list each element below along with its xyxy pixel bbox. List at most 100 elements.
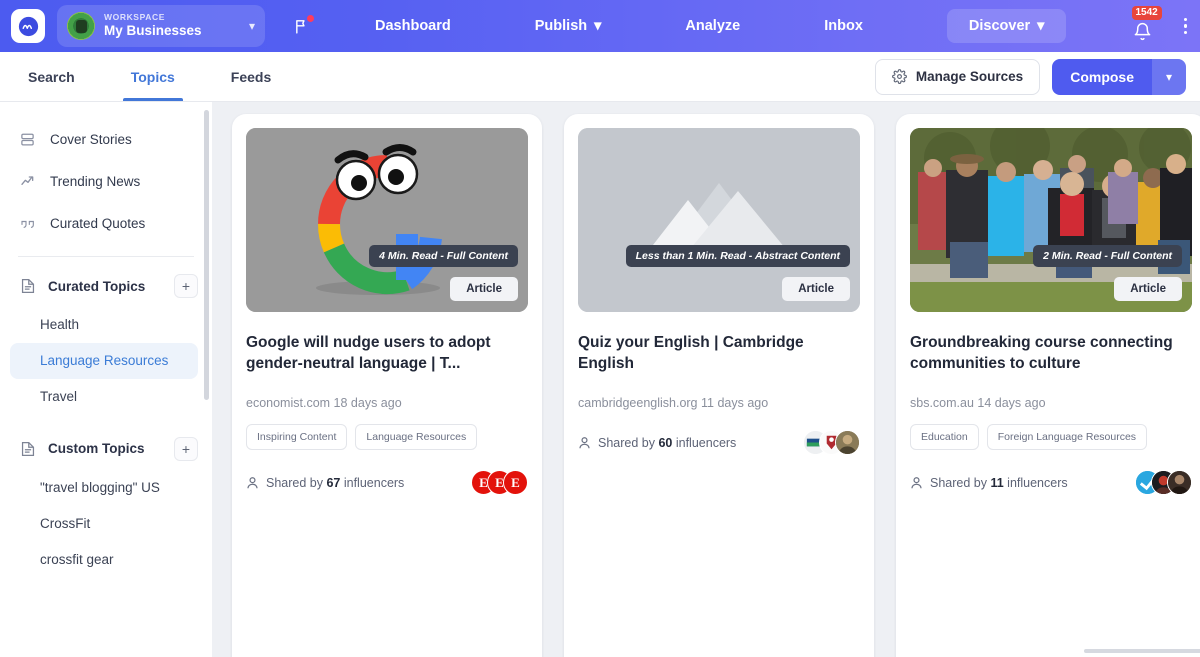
article-source: cambridgeenglish.org: [578, 396, 698, 411]
add-curated-topic-button[interactable]: +: [174, 274, 198, 298]
shared-suffix: influencers: [1007, 475, 1068, 490]
shared-prefix: Shared by: [598, 435, 655, 450]
topic-chip[interactable]: Inspiring Content: [246, 424, 348, 451]
compose-dropdown-toggle[interactable]: ▾: [1152, 58, 1186, 95]
shared-suffix: influencers: [675, 435, 737, 450]
workspace-avatar: [67, 12, 95, 40]
article-title[interactable]: Google will nudge users to adopt gender-…: [246, 333, 528, 374]
tab-search-label: Search: [28, 68, 75, 85]
article-source-meta: economist.com 18 days ago: [246, 396, 528, 410]
nav-dashboard-label: Dashboard: [375, 18, 451, 34]
bell-icon: [1134, 22, 1151, 41]
nav-discover[interactable]: Discover ▾: [946, 9, 1067, 43]
tab-topics[interactable]: Topics: [111, 52, 195, 101]
tab-feeds[interactable]: Feeds: [211, 52, 291, 101]
article-card[interactable]: 4 Min. Read - Full Content Article Googl…: [232, 114, 542, 657]
nav-publish[interactable]: Publish ▾: [535, 18, 602, 34]
article-title[interactable]: Quiz your English | Cambridge English: [578, 333, 860, 374]
chevron-down-icon: ▾: [248, 19, 255, 33]
nav-dashboard[interactable]: Dashboard: [375, 18, 451, 34]
content-type-tag: Article: [782, 277, 850, 301]
article-source-meta: sbs.com.au 14 days ago: [910, 396, 1192, 410]
sidebar-item-label: Curated Quotes: [50, 215, 146, 231]
sidebar-topic-travel-blogging-us[interactable]: "travel blogging" US: [0, 470, 212, 506]
tab-feeds-label: Feeds: [230, 68, 272, 85]
article-source: sbs.com.au: [910, 396, 974, 411]
tab-topics-label: Topics: [130, 68, 175, 85]
sidebar-scrollbar[interactable]: [204, 110, 209, 400]
avatar: E: [503, 470, 528, 496]
person-icon: [247, 476, 258, 489]
influencer-avatars[interactable]: [1135, 470, 1192, 496]
sidebar-topic-crossfit-gear[interactable]: crossfit gear: [0, 542, 212, 578]
notifications-button[interactable]: 1542: [1130, 6, 1162, 41]
sidebar: Cover Stories Trending News Curated Quot…: [0, 102, 212, 657]
sidebar-group-title: Custom Topics: [48, 441, 145, 457]
person-icon: [911, 476, 922, 489]
sidebar-topic-travel[interactable]: Travel: [0, 379, 212, 415]
read-time-tag: 2 Min. Read - Full Content: [1033, 245, 1182, 267]
trending-up-icon: [18, 173, 37, 189]
shared-prefix: Shared by: [930, 475, 987, 490]
avatar: [835, 430, 860, 456]
topic-chip[interactable]: Education: [910, 424, 979, 451]
article-age: 14 days ago: [977, 396, 1046, 411]
sidebar-group-title: Curated Topics: [48, 278, 146, 294]
compose-button[interactable]: Compose: [1052, 59, 1152, 95]
topic-chip[interactable]: Language Resources: [355, 424, 478, 451]
discover-tabs: Search Topics Feeds: [0, 52, 299, 101]
shared-by-text: Shared by 67 influencers: [266, 476, 404, 490]
article-thumbnail[interactable]: 4 Min. Read - Full Content Article: [246, 128, 528, 312]
workspace-switcher[interactable]: WORKSPACE My Businesses ▾: [57, 5, 265, 47]
chevron-down-icon: ▾: [1037, 18, 1045, 34]
horizontal-scrollbar[interactable]: [1084, 649, 1200, 653]
workspace-label: WORKSPACE: [104, 12, 165, 23]
tab-search[interactable]: Search: [8, 52, 95, 101]
influencer-avatars[interactable]: [803, 430, 860, 456]
article-thumbnail[interactable]: Less than 1 Min. Read - Abstract Content…: [578, 128, 860, 312]
article-source: economist.com: [246, 396, 331, 411]
sidebar-topic-health[interactable]: Health: [0, 307, 212, 343]
document-icon: [18, 278, 37, 294]
article-title[interactable]: Groundbreaking course connecting communi…: [910, 333, 1192, 374]
notification-count-badge: 1542: [1131, 6, 1162, 20]
more-vertical-icon[interactable]: [1183, 17, 1187, 35]
chevron-down-icon: ▾: [594, 18, 602, 34]
sidebar-item-cover-stories[interactable]: Cover Stories: [0, 118, 212, 160]
manage-sources-button[interactable]: Manage Sources: [874, 58, 1041, 95]
article-thumbnail[interactable]: 2 Min. Read - Full Content Article: [910, 128, 1192, 312]
workspace-name: My Businesses: [104, 23, 202, 39]
shared-count: 67: [326, 475, 341, 490]
shared-count: 11: [990, 475, 1004, 490]
nav-inbox[interactable]: Inbox: [824, 18, 863, 34]
article-card[interactable]: 2 Min. Read - Full Content Article Groun…: [896, 114, 1200, 657]
sidebar-topic-crossfit[interactable]: CrossFit: [0, 506, 212, 542]
sidebar-item-curated-quotes[interactable]: Curated Quotes: [0, 202, 212, 244]
document-icon: [18, 441, 37, 457]
shared-suffix: influencers: [343, 475, 405, 490]
stacked-layers-icon: [18, 132, 37, 147]
topic-chip[interactable]: Foreign Language Resources: [986, 424, 1148, 451]
sidebar-item-trending-news[interactable]: Trending News: [0, 160, 212, 202]
article-topic-chips: Education Foreign Language Resources: [910, 424, 1192, 451]
sidebar-item-label: Trending News: [50, 173, 141, 189]
add-custom-topic-button[interactable]: +: [174, 436, 198, 461]
compose-label: Compose: [1070, 68, 1134, 85]
nav-analyze[interactable]: Analyze: [685, 18, 740, 34]
nav-discover-label: Discover: [968, 18, 1031, 34]
article-source-meta: cambridgeenglish.org 11 days ago: [578, 396, 860, 410]
compose-button-group: Compose ▾: [1052, 58, 1186, 95]
person-icon: [579, 436, 590, 449]
app-logo-icon[interactable]: [11, 9, 45, 43]
shared-by-row: Shared by 67 influencers E E E: [246, 470, 528, 496]
quote-marks-icon: [18, 217, 37, 230]
primary-nav: Dashboard Publish ▾ Analyze Inbox Discov…: [375, 9, 1092, 43]
influencer-avatars[interactable]: E E E: [471, 470, 528, 496]
article-card[interactable]: Less than 1 Min. Read - Abstract Content…: [564, 114, 874, 657]
read-time-tag: Less than 1 Min. Read - Abstract Content: [625, 245, 850, 267]
gear-icon: [892, 69, 907, 84]
shared-count: 60: [658, 435, 673, 450]
flag-icon[interactable]: [291, 15, 314, 37]
shared-prefix: Shared by: [266, 475, 323, 490]
sidebar-topic-language-resources[interactable]: Language Resources: [10, 343, 198, 380]
